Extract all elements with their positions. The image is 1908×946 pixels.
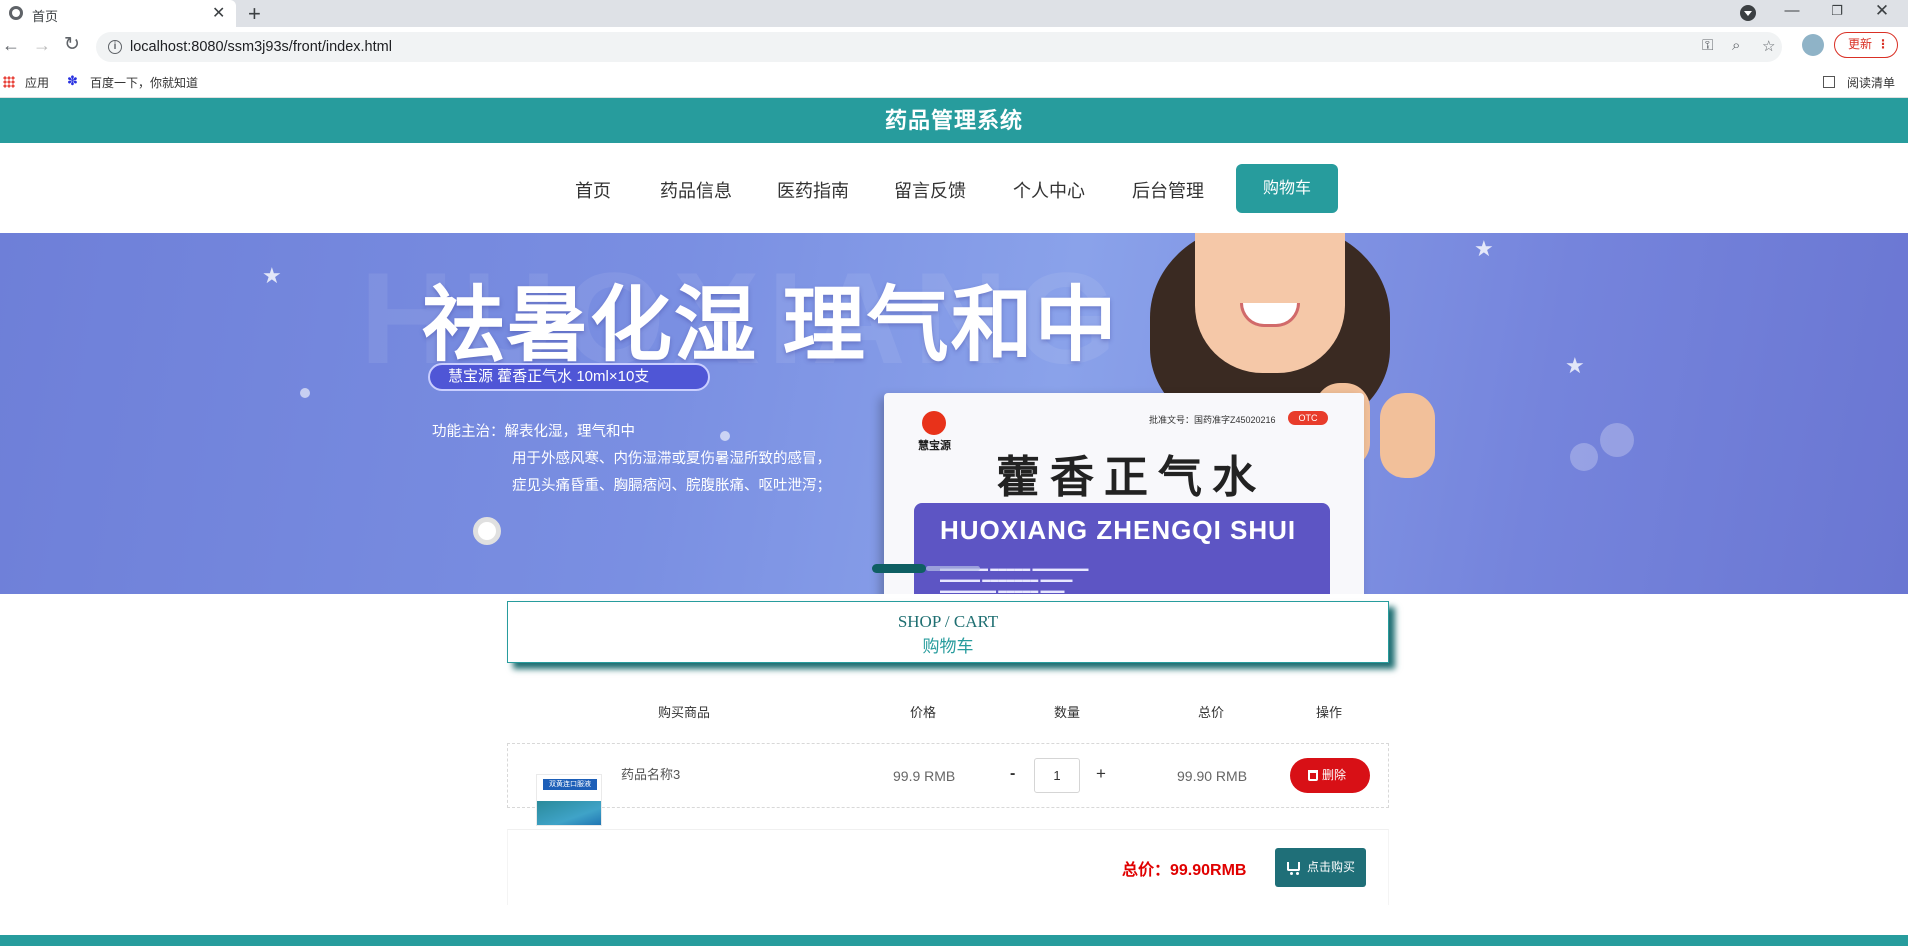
update-label: 更新 bbox=[1848, 37, 1873, 51]
menu-dots-icon: ⋮ bbox=[1877, 37, 1889, 51]
site-title: 药品管理系统 bbox=[0, 98, 1908, 143]
col-header-action: 操作 bbox=[1316, 705, 1343, 720]
minimize-icon[interactable]: — bbox=[1770, 0, 1814, 22]
col-header-price: 价格 bbox=[910, 705, 937, 720]
banner-func-line3: 症见头痛昏重、胸膈痞闷、脘腹胀痛、呕吐泄泻； bbox=[512, 478, 831, 494]
nav-feedback[interactable]: 留言反馈 bbox=[894, 177, 966, 203]
restore-icon[interactable]: ❐ bbox=[1815, 0, 1859, 22]
quantity-increment-button[interactable]: + bbox=[1096, 764, 1106, 784]
col-header-product: 购买商品 bbox=[658, 705, 711, 720]
cart-summary: 总价：99.90RMB 点击购买 bbox=[507, 829, 1389, 905]
forward-icon[interactable]: → bbox=[33, 35, 51, 55]
key-icon[interactable]: ⚿ bbox=[1702, 37, 1713, 54]
star-icon: ★ bbox=[262, 263, 282, 288]
box-chinese-name: 藿香正气水 bbox=[996, 453, 1266, 502]
nav-cart-button[interactable]: 购物车 bbox=[1236, 164, 1338, 213]
banner-func-line1: 功能主治：解表化湿，理气和中 bbox=[432, 424, 635, 440]
thumbnail-label: 双黄连口服液 bbox=[543, 779, 597, 790]
tab-title: 首页 bbox=[32, 9, 59, 24]
browser-toolbar: ← → ↻ i localhost:8080/ssm3j93s/front/in… bbox=[0, 27, 1908, 67]
nav-home[interactable]: 首页 bbox=[575, 177, 611, 203]
thumbnail-graphic bbox=[537, 801, 601, 825]
hand-shape bbox=[1380, 393, 1435, 478]
browser-tabstrip: 首页 ✕ + — ❐ ✕ bbox=[0, 0, 1908, 27]
nav-medical-guide[interactable]: 医药指南 bbox=[777, 177, 849, 203]
quantity-decrement-button[interactable]: - bbox=[1010, 765, 1015, 783]
cart-item-row: 双黄连口服液 药品名称3 99.9 RMB - 1 + 99.90 RMB 删除 bbox=[507, 743, 1389, 826]
reload-icon[interactable]: ↻ bbox=[64, 35, 80, 55]
zoom-icon[interactable]: ⌕ bbox=[1732, 37, 1740, 54]
checkout-label: 点击购买 bbox=[1307, 860, 1356, 874]
row-total: 99.90 RMB bbox=[1177, 768, 1248, 784]
col-header-total: 总价 bbox=[1198, 705, 1225, 720]
apps-grid-icon[interactable] bbox=[3, 76, 15, 88]
reading-list-icon[interactable] bbox=[1823, 76, 1835, 88]
product-price: 99.9 RMB bbox=[893, 768, 956, 784]
nav-profile[interactable]: 个人中心 bbox=[1013, 177, 1085, 203]
bookmark-star-icon[interactable]: ☆ bbox=[1762, 37, 1775, 55]
tab-close-icon[interactable]: ✕ bbox=[212, 3, 225, 23]
box-brand: 慧宝源 bbox=[918, 440, 951, 452]
col-header-quantity: 数量 bbox=[1054, 705, 1081, 720]
box-english-name: HUOXIANG ZHENGQI SHUI bbox=[940, 515, 1297, 545]
update-button[interactable]: 更新 ⋮ bbox=[1834, 32, 1898, 58]
close-window-icon[interactable]: ✕ bbox=[1860, 0, 1904, 22]
delete-label: 删除 bbox=[1322, 768, 1347, 782]
flower-decoration bbox=[473, 517, 501, 545]
profile-avatar[interactable] bbox=[1802, 34, 1824, 56]
globe-icon bbox=[9, 6, 23, 20]
address-bar[interactable]: i localhost:8080/ssm3j93s/front/index.ht… bbox=[96, 32, 1782, 62]
banner-func-line2: 用于外感风寒、内伤湿滞或夏伤暑湿所致的感冒， bbox=[512, 451, 831, 467]
product-thumbnail[interactable]: 双黄连口服液 bbox=[536, 774, 602, 826]
delete-button[interactable]: 删除 bbox=[1290, 758, 1370, 793]
site-info-icon[interactable]: i bbox=[108, 40, 122, 54]
cart-title-box: SHOP / CART 购物车 bbox=[507, 601, 1389, 663]
grand-total: 总价：99.90RMB bbox=[1122, 862, 1247, 879]
back-icon[interactable]: ← bbox=[2, 35, 20, 55]
cart-title-cn: 购物车 bbox=[922, 637, 974, 656]
bubble-decoration bbox=[300, 388, 310, 398]
carousel-indicator-active[interactable] bbox=[872, 564, 926, 573]
checkout-button[interactable]: 点击购买 bbox=[1275, 848, 1366, 887]
star-icon: ★ bbox=[1474, 236, 1494, 261]
bookmark-apps[interactable]: 应用 bbox=[25, 74, 49, 91]
product-name[interactable]: 药品名称3 bbox=[621, 764, 680, 783]
product-box-image: 慧宝源 批准文号：国药准字Z45020216 OTC 藿香正气水 HUOXIAN… bbox=[884, 393, 1364, 594]
carousel-indicator[interactable] bbox=[926, 566, 980, 571]
footer-bar bbox=[0, 935, 1908, 946]
otc-badge: OTC bbox=[1288, 411, 1328, 425]
star-icon: ★ bbox=[1565, 353, 1585, 378]
tab-search-icon[interactable] bbox=[1740, 5, 1756, 21]
baidu-paw-icon: ✽ bbox=[67, 73, 78, 88]
cart-title-en: SHOP / CART bbox=[897, 612, 999, 631]
bubble-decoration bbox=[1570, 443, 1598, 471]
hero-banner[interactable]: HUOXIANG ★ ★ ★ 祛暑化湿 理气和中 慧宝源 藿香正气水 10ml×… bbox=[0, 233, 1908, 594]
main-nav: 首页 药品信息 医药指南 留言反馈 个人中心 后台管理 购物车 bbox=[0, 143, 1908, 233]
url-text[interactable]: localhost:8080/ssm3j93s/front/index.html bbox=[130, 39, 392, 55]
browser-tab-active[interactable]: 首页 ✕ bbox=[0, 0, 236, 27]
trash-icon bbox=[1308, 770, 1318, 781]
banner-product-pill: 慧宝源 藿香正气水 10ml×10支 bbox=[428, 363, 710, 391]
reading-list[interactable]: 阅读清单 bbox=[1847, 74, 1895, 91]
shopping-cart-icon bbox=[1287, 862, 1300, 875]
new-tab-button[interactable]: + bbox=[248, 1, 261, 27]
bookmarks-bar: 应用 ✽ 百度一下，你就知道 阅读清单 bbox=[0, 67, 1908, 98]
banner-description: 功能主治：解表化湿，理气和中 用于外感风寒、内伤湿滞或夏伤暑湿所致的感冒， 症见… bbox=[432, 419, 831, 500]
brand-logo-icon bbox=[922, 411, 946, 435]
nav-admin[interactable]: 后台管理 bbox=[1132, 177, 1204, 203]
bubble-decoration bbox=[1600, 423, 1634, 457]
box-approval-number: 批准文号：国药准字Z45020216 bbox=[1149, 415, 1276, 425]
banner-headline: 祛暑化湿 理气和中 bbox=[422, 280, 1119, 371]
quantity-input[interactable]: 1 bbox=[1034, 758, 1080, 793]
nav-drug-info[interactable]: 药品信息 bbox=[660, 177, 732, 203]
bookmark-baidu[interactable]: 百度一下，你就知道 bbox=[90, 74, 198, 91]
